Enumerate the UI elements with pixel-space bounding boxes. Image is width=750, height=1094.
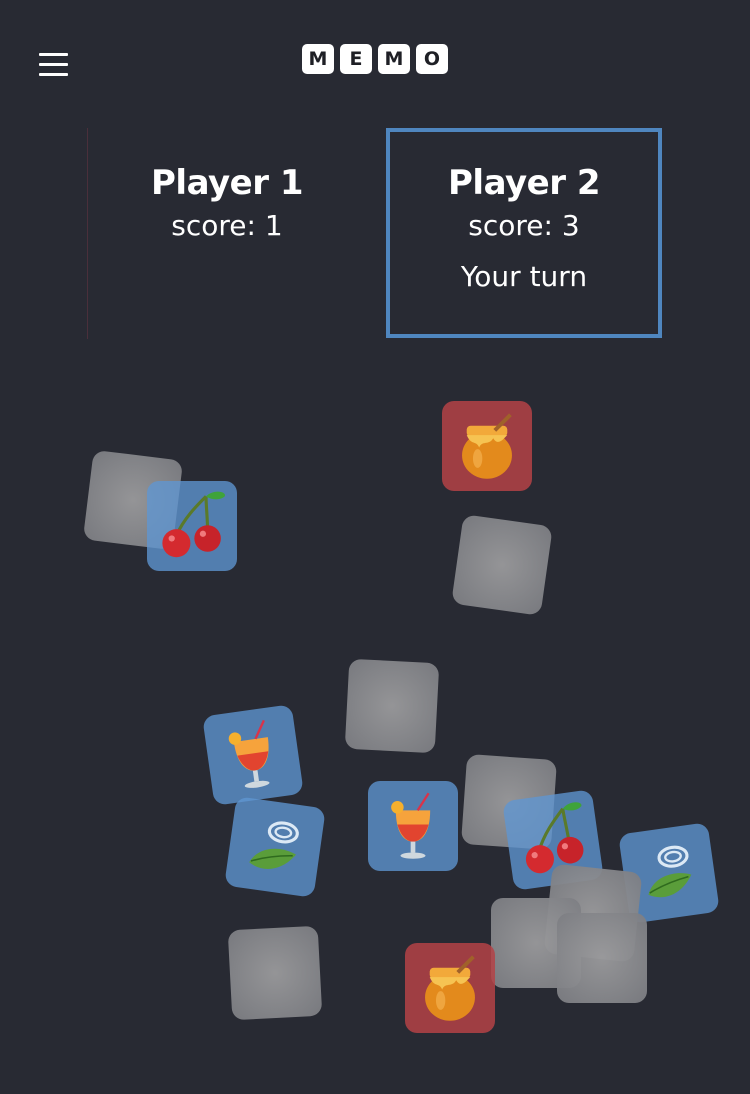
- card-tile[interactable]: [227, 925, 323, 1021]
- card-tile[interactable]: [147, 481, 237, 571]
- card-tile[interactable]: [451, 514, 553, 616]
- card-tile[interactable]: [224, 796, 326, 898]
- card-tile[interactable]: [557, 913, 647, 1003]
- tropical-drink-icon: [228, 719, 270, 788]
- cherries-icon: [162, 491, 226, 558]
- card-tile[interactable]: [442, 401, 532, 491]
- game-board: [0, 0, 750, 1094]
- honey-pot-icon: [425, 955, 475, 1021]
- honey-pot-icon: [462, 413, 512, 479]
- card-tile[interactable]: [368, 781, 458, 871]
- card-tile[interactable]: [405, 943, 495, 1033]
- herb-icon: [249, 821, 299, 869]
- tropical-drink-icon: [391, 792, 431, 859]
- card-tile[interactable]: [202, 704, 304, 806]
- card-tile[interactable]: [344, 658, 440, 754]
